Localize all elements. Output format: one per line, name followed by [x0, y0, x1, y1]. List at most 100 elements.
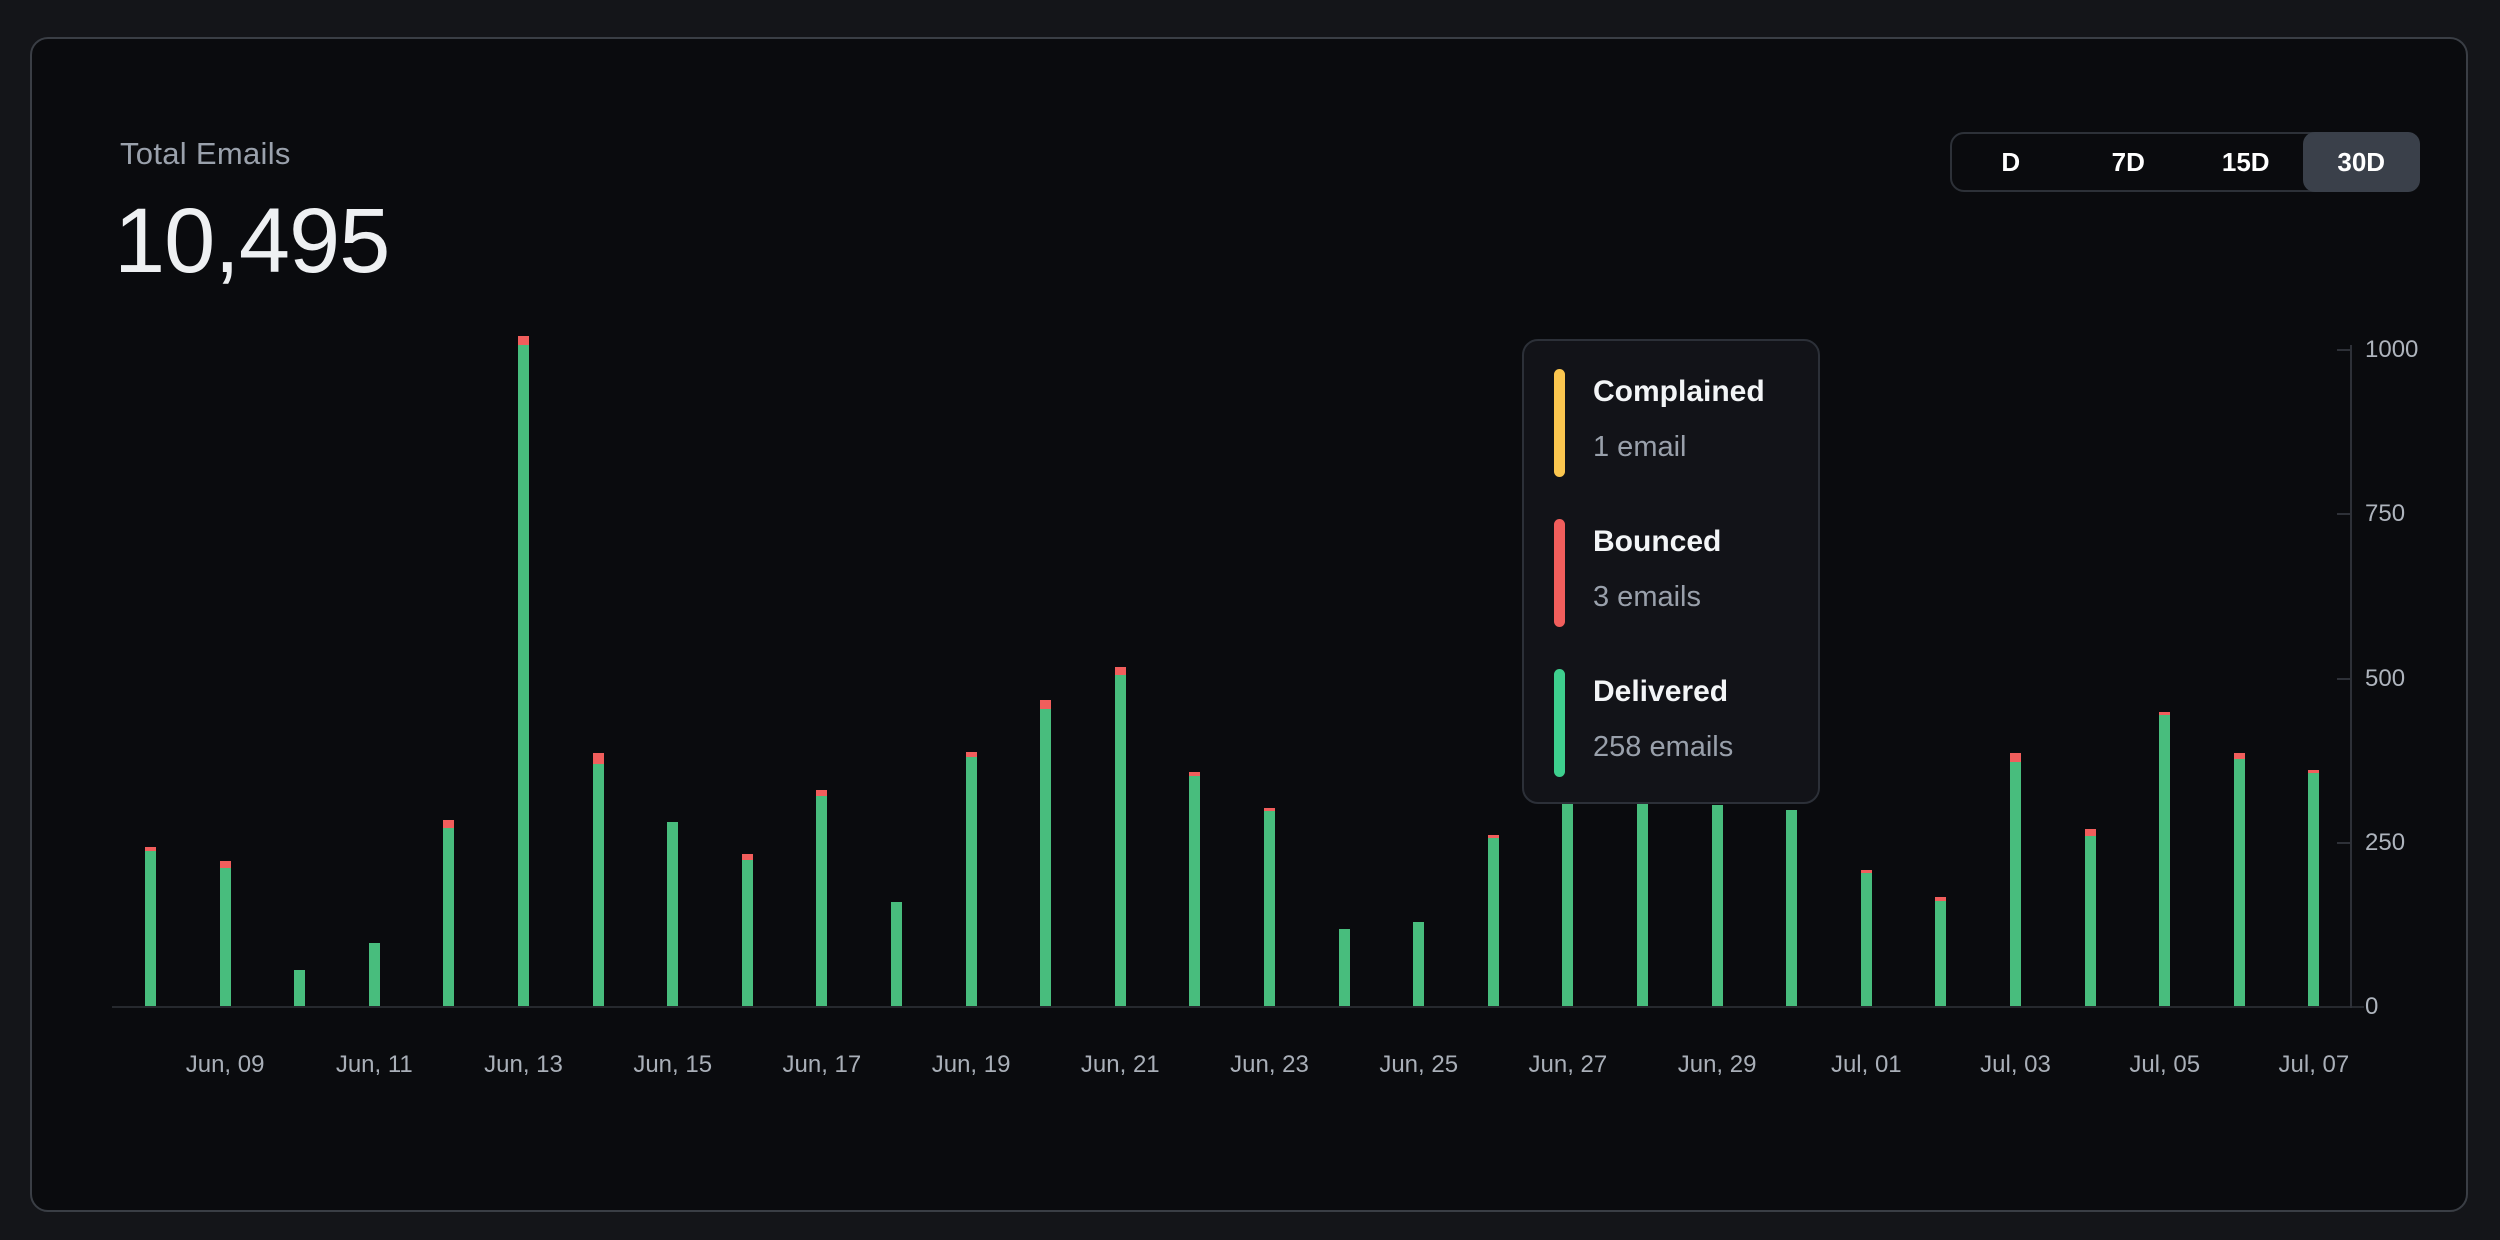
bar-jun-18[interactable]	[891, 902, 902, 1007]
bar-jun-27[interactable]	[1562, 790, 1573, 1007]
x-axis-label: Jun, 21	[1081, 1051, 1160, 1079]
delivered-segment	[2010, 762, 2021, 1007]
delivered-segment	[667, 822, 678, 1007]
tooltip-value: 3 emails	[1593, 581, 1721, 613]
bounced-segment	[443, 820, 454, 828]
y-axis-label: 1000	[2365, 336, 2418, 364]
bar-jun-23[interactable]	[1264, 808, 1275, 1007]
bar-jul-04[interactable]	[2085, 829, 2096, 1007]
x-axis-label: Jul, 07	[2279, 1051, 2350, 1079]
bar-jun-30[interactable]	[1786, 810, 1797, 1007]
bar-jul-02[interactable]	[1935, 897, 1946, 1007]
delivered-segment	[1562, 794, 1573, 1007]
tooltip-value: 1 email	[1593, 431, 1765, 463]
x-axis-label: Jul, 03	[1980, 1051, 2051, 1079]
bar-jun-29[interactable]	[1712, 805, 1723, 1007]
x-axis-label: Jun, 13	[484, 1051, 563, 1079]
bounced-segment	[2010, 753, 2021, 762]
bar-jun-24[interactable]	[1339, 929, 1350, 1007]
x-axis-label: Jun, 29	[1678, 1051, 1757, 1079]
delivered-segment	[1861, 873, 1872, 1007]
x-axis-label: Jun, 25	[1379, 1051, 1458, 1079]
bar-jun-13[interactable]	[518, 336, 529, 1007]
bar-jul-05[interactable]	[2159, 712, 2170, 1007]
delivered-segment	[966, 757, 977, 1007]
y-axis-tick	[2337, 842, 2351, 844]
delivered-segment	[1040, 709, 1051, 1007]
x-axis-label: Jun, 11	[336, 1051, 413, 1079]
tooltip-label: Complained	[1593, 375, 1765, 409]
y-axis-tick	[2337, 678, 2351, 680]
bar-jun-12[interactable]	[443, 820, 454, 1007]
x-axis-line	[112, 1006, 2364, 1008]
x-axis-label: Jun, 19	[932, 1051, 1011, 1079]
bounced-segment	[1115, 667, 1126, 675]
bar-jun-25[interactable]	[1413, 922, 1424, 1007]
delivered-segment	[1786, 810, 1797, 1007]
bar-jun-22[interactable]	[1189, 772, 1200, 1007]
bar-jun-11[interactable]	[369, 943, 380, 1007]
y-axis-label: 250	[2365, 829, 2405, 857]
delivered-segment	[816, 796, 827, 1007]
delivered-segment	[294, 970, 305, 1007]
y-axis-label: 500	[2365, 665, 2405, 693]
emails-bar-chart: 0 250 500 750 1000 Jun, 09 Jun, 11 Jun, 13 Jun,…	[32, 39, 2466, 1210]
complained-swatch	[1554, 369, 1565, 477]
bar-jul-06[interactable]	[2234, 753, 2245, 1007]
y-axis-tick	[2337, 349, 2351, 351]
bar-jun-21[interactable]	[1115, 667, 1126, 1007]
bar-jun-09[interactable]	[220, 861, 231, 1007]
delivered-segment	[1413, 922, 1424, 1007]
x-axis-label: Jun, 15	[633, 1051, 712, 1079]
chart-tooltip: Complained 1 email Bounced 3 emails Delivere…	[1522, 339, 1820, 804]
delivered-segment	[593, 764, 604, 1007]
delivered-segment	[1264, 811, 1275, 1007]
bar-jun-17[interactable]	[816, 790, 827, 1007]
delivered-segment	[1935, 901, 1946, 1007]
delivered-segment	[2234, 759, 2245, 1007]
tooltip-item-delivered: Delivered 258 emails	[1554, 669, 1733, 777]
y-axis-label: 750	[2365, 500, 2405, 528]
bounced-segment	[518, 336, 529, 346]
tooltip-value: 258 emails	[1593, 731, 1733, 763]
delivered-segment	[742, 860, 753, 1007]
bar-jun-15[interactable]	[667, 822, 678, 1007]
delivered-segment	[1637, 798, 1648, 1007]
tooltip-item-bounced: Bounced 3 emails	[1554, 519, 1721, 627]
bounced-swatch	[1554, 519, 1565, 627]
bar-jun-10[interactable]	[294, 970, 305, 1007]
delivered-segment	[1189, 776, 1200, 1007]
x-axis-label: Jul, 05	[2129, 1051, 2200, 1079]
y-axis-line	[2350, 345, 2352, 1008]
delivered-segment	[1488, 838, 1499, 1007]
delivered-segment	[1339, 929, 1350, 1007]
bar-jun-14[interactable]	[593, 753, 604, 1007]
delivered-segment	[518, 345, 529, 1007]
bar-jun-28[interactable]	[1637, 798, 1648, 1007]
x-axis-label: Jun, 09	[186, 1051, 265, 1079]
x-axis-label: Jul, 01	[1831, 1051, 1902, 1079]
delivered-segment	[1712, 805, 1723, 1007]
bar-jun-19[interactable]	[966, 752, 977, 1007]
bar-jun-08[interactable]	[145, 847, 156, 1007]
bounced-segment	[1040, 700, 1051, 710]
delivered-segment	[369, 943, 380, 1007]
bar-jul-01[interactable]	[1861, 870, 1872, 1007]
bar-jun-20[interactable]	[1040, 700, 1051, 1007]
delivered-segment	[2085, 836, 2096, 1007]
delivered-segment	[891, 902, 902, 1007]
x-axis-label: Jun, 23	[1230, 1051, 1309, 1079]
delivered-segment	[2308, 773, 2319, 1007]
bar-jun-26[interactable]	[1488, 835, 1499, 1007]
total-emails-card: Total Emails 10,495 D7D15D30D 0250500750…	[30, 37, 2468, 1212]
y-axis-tick	[2337, 513, 2351, 515]
y-axis-label: 0	[2365, 993, 2378, 1021]
delivered-segment	[443, 828, 454, 1007]
tooltip-label: Delivered	[1593, 675, 1733, 709]
bar-jul-03[interactable]	[2010, 753, 2021, 1007]
bar-jul-07[interactable]	[2308, 770, 2319, 1007]
bar-jun-16[interactable]	[742, 854, 753, 1007]
delivered-segment	[220, 868, 231, 1007]
x-axis-label: Jun, 27	[1529, 1051, 1608, 1079]
tooltip-label: Bounced	[1593, 525, 1721, 559]
